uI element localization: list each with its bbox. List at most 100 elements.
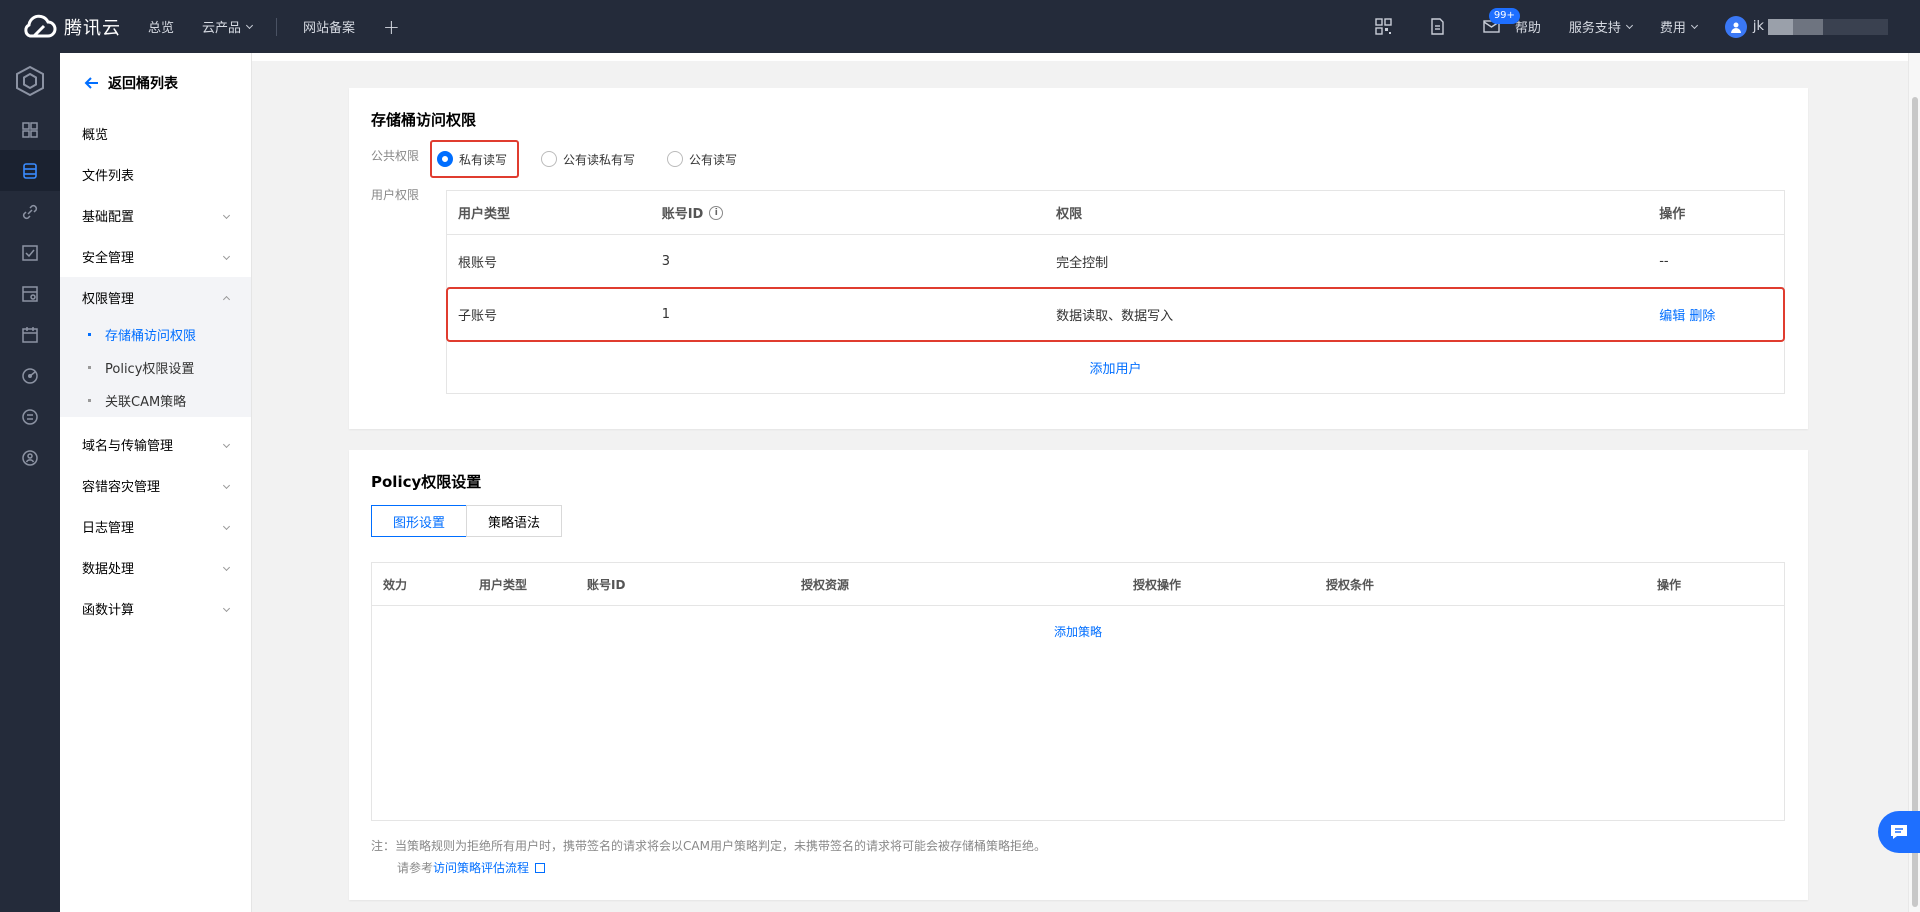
cell-user-type: 根账号 <box>458 255 498 271</box>
rail-calendar-icon[interactable] <box>0 314 60 355</box>
sidebar-item-logs[interactable]: 日志管理 <box>60 506 251 547</box>
radio-unchecked-icon <box>667 151 684 167</box>
sidebar-subitem-bucket-access[interactable]: 存储桶访问权限 <box>60 318 251 351</box>
sidebar-item-label: 权限管理 <box>82 292 135 307</box>
page-scrollbar[interactable] <box>1908 53 1920 912</box>
radio-private-rw[interactable]: 私有读写 <box>430 140 520 178</box>
nav-products[interactable]: 云产品 <box>202 17 254 36</box>
add-user-link[interactable]: 添加用户 <box>1089 358 1141 377</box>
col-operation: 操作 <box>1657 577 1682 592</box>
nav-icp[interactable]: 网站备案 <box>303 17 355 36</box>
product-rail <box>0 53 60 912</box>
billing-menu[interactable]: 费用 <box>1660 17 1698 36</box>
qrcode-icon[interactable] <box>1375 18 1393 36</box>
top-navbar: 腾讯云 总览 云产品 网站备案 + 99+ 帮助 服务支持 费用 jk <box>0 0 1920 53</box>
top-strip <box>252 53 1908 61</box>
chevron-down-icon <box>222 252 231 261</box>
back-to-bucket-list[interactable]: 返回桶列表 <box>60 53 251 113</box>
policy-panel: Policy权限设置 图形设置 策略语法 效力 用户类型 账号ID 授权资源 授… <box>349 450 1808 900</box>
chevron-down-icon <box>222 563 231 572</box>
radio-label: 公有读写 <box>689 152 738 167</box>
rail-task-icon[interactable] <box>0 232 60 273</box>
brand-logo[interactable]: 腾讯云 <box>20 14 148 40</box>
radio-public-rw[interactable]: 公有读写 <box>659 140 747 178</box>
cos-logo-icon[interactable] <box>0 53 60 109</box>
cloud-logo-icon <box>24 14 57 37</box>
col-resource: 授权资源 <box>801 577 850 592</box>
sidebar-subitem-label: 关联CAM策略 <box>105 395 187 410</box>
message-icon[interactable]: 99+ <box>1483 7 1520 36</box>
chevron-down-icon <box>1625 21 1633 29</box>
edit-link[interactable]: 编辑 <box>1659 309 1685 324</box>
nav-overview[interactable]: 总览 <box>148 17 174 36</box>
policy-note: 注：当策略规则为拒绝所有用户时，携带签名的请求将会以CAM用户策略判定，未携带签… <box>371 835 1046 879</box>
col-user-type: 用户类型 <box>479 577 528 592</box>
policy-table: 效力 用户类型 账号ID 授权资源 授权操作 授权条件 操作 添加策略 <box>371 562 1785 821</box>
rail-link-icon[interactable] <box>0 191 60 232</box>
sidebar-item-functions[interactable]: 函数计算 <box>60 588 251 629</box>
sidebar-item-label: 安全管理 <box>82 251 135 266</box>
sidebar-item-overview[interactable]: 概览 <box>60 113 251 154</box>
col-user-type: 用户类型 <box>458 207 511 222</box>
chat-support-button[interactable] <box>1878 811 1920 853</box>
sidebar-item-label: 数据处理 <box>82 562 135 577</box>
public-permission-radios: 私有读写 公有读私有写 公有读写 <box>430 140 761 178</box>
sidebar-item-files[interactable]: 文件列表 <box>60 154 251 195</box>
info-icon[interactable]: i <box>709 205 724 220</box>
sidebar-item-domain[interactable]: 域名与传输管理 <box>60 424 251 465</box>
sidebar-subitem-cam[interactable]: 关联CAM策略 <box>60 384 251 417</box>
masked-account <box>1768 18 1888 35</box>
add-policy-row: 添加策略 <box>372 606 1784 656</box>
support-label: 服务支持 <box>1568 21 1621 36</box>
table-header: 用户类型 账号ID i 权限 操作 <box>447 191 1784 235</box>
nav-products-label: 云产品 <box>202 21 242 36</box>
rail-inventory-icon[interactable] <box>0 273 60 314</box>
sidebar-item-permission[interactable]: 权限管理 <box>60 277 251 318</box>
scrollbar-thumb[interactable] <box>1912 97 1918 907</box>
add-policy-link[interactable]: 添加策略 <box>1054 623 1102 640</box>
rail-list-icon[interactable] <box>0 396 60 437</box>
rail-cost-icon[interactable] <box>0 437 60 478</box>
user-name[interactable]: jk <box>1753 19 1764 34</box>
sidebar-item-basic-config[interactable]: 基础配置 <box>60 195 251 236</box>
document-icon[interactable] <box>1429 18 1447 36</box>
radio-unchecked-icon <box>541 151 558 167</box>
sidebar-item-label: 文件列表 <box>82 169 135 184</box>
tab-graphic[interactable]: 图形设置 <box>371 505 468 537</box>
tab-syntax[interactable]: 策略语法 <box>466 505 563 537</box>
sidebar-item-data-processing[interactable]: 数据处理 <box>60 547 251 588</box>
brand-name: 腾讯云 <box>64 17 121 39</box>
chevron-down-icon <box>1690 21 1698 29</box>
sidebar-subitem-policy[interactable]: Policy权限设置 <box>60 351 251 384</box>
rail-bucket-icon[interactable] <box>0 150 60 191</box>
sidebar-item-dr[interactable]: 容错容灾管理 <box>60 465 251 506</box>
support-menu[interactable]: 服务支持 <box>1568 17 1633 36</box>
sidebar-item-label: 概览 <box>82 128 109 143</box>
table-row-highlighted: 子账号 1 数据读取、数据写入 编辑 删除 <box>446 287 1785 342</box>
policy-tabs: 图形设置 策略语法 <box>371 505 563 537</box>
user-avatar[interactable] <box>1724 15 1747 38</box>
col-account-id: 账号ID <box>587 577 626 592</box>
radio-public-r-private-w[interactable]: 公有读私有写 <box>533 140 645 178</box>
col-account-id: 账号ID i <box>662 203 1056 222</box>
col-account-id-label: 账号ID <box>661 207 704 222</box>
sidebar-item-label: 容错容灾管理 <box>82 480 161 495</box>
rail-monitor-icon[interactable] <box>0 355 60 396</box>
sidebar-item-label: 函数计算 <box>82 603 135 618</box>
cell-permission: 完全控制 <box>1056 255 1109 271</box>
message-count-badge: 99+ <box>1488 7 1520 24</box>
plus-icon[interactable]: + <box>383 15 400 39</box>
cell-account-id: 1 <box>661 306 670 322</box>
sidebar-item-label: 日志管理 <box>82 521 135 536</box>
back-label: 返回桶列表 <box>108 76 178 92</box>
evaluation-flow-link[interactable]: 访问策略评估流程 <box>433 861 529 875</box>
chevron-up-icon <box>222 295 231 304</box>
sidebar-item-security[interactable]: 安全管理 <box>60 236 251 277</box>
delete-link[interactable]: 删除 <box>1689 309 1715 324</box>
external-link-icon <box>535 863 546 873</box>
rail-dashboard-icon[interactable] <box>0 109 60 150</box>
sidebar-subitem-label: 存储桶访问权限 <box>105 329 197 344</box>
arrow-left-icon <box>84 77 98 89</box>
panel-title: 存储桶访问权限 <box>371 111 477 129</box>
bullet-icon <box>88 333 91 336</box>
